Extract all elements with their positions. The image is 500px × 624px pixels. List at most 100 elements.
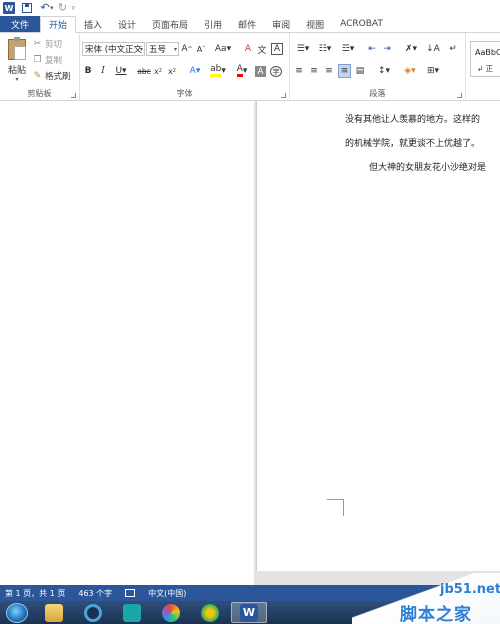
clipboard-group-label: 剪贴板	[27, 89, 52, 98]
numbering-icon[interactable]: ☷▾	[315, 42, 335, 56]
subscript-icon[interactable]: x2	[152, 64, 164, 78]
font-name-dropdown-icon: ▾	[139, 46, 143, 53]
document-line-2: 的机械学院，就更谈不上优越了。	[345, 139, 481, 149]
customize-quick-access-icon[interactable]: ▿	[72, 4, 76, 12]
font-name-box[interactable]: 宋体 (中文正文 ▾	[82, 42, 145, 56]
font-color-icon[interactable]: A ▾	[232, 64, 252, 78]
taskbar-app-5[interactable]	[192, 602, 228, 623]
clear-formatting-icon[interactable]: A	[242, 42, 254, 56]
enclose-characters-icon[interactable]: 字	[270, 66, 282, 77]
tab-page-layout[interactable]: 页面布局	[144, 16, 196, 32]
tab-references[interactable]: 引用	[196, 16, 230, 32]
chinese-layout-icon[interactable]: ✗▾	[401, 42, 421, 56]
taskbar-app-4[interactable]	[153, 602, 189, 623]
document-line-3: 但大神的女朋友花小沙绝对是	[369, 163, 487, 173]
borders-icon[interactable]: ⊞▾	[423, 64, 443, 78]
superscript-icon[interactable]: x2	[166, 64, 178, 78]
start-button[interactable]	[6, 602, 28, 623]
taskbar-app-2[interactable]	[75, 602, 111, 623]
taskbar-explorer[interactable]	[36, 602, 72, 623]
teal-app-icon	[123, 603, 141, 622]
document-area: 没有其他让人羡慕的地方。这样的 的机械学院，就更谈不上优越了。 但大神的女朋友花…	[0, 101, 500, 585]
language-indicator[interactable]: 中文(中国)	[148, 588, 186, 599]
taskbar-word[interactable]: W	[231, 602, 267, 623]
copy-icon: ❐	[33, 54, 42, 65]
tab-file[interactable]: 文件	[0, 16, 40, 32]
tab-home[interactable]: 开始	[40, 16, 77, 33]
paragraph-launcher-icon[interactable]	[457, 93, 462, 98]
align-center-icon[interactable]: ≡	[308, 64, 320, 78]
distributed-icon[interactable]: ▤	[354, 64, 366, 78]
colorwheel-app-icon	[162, 603, 180, 622]
tab-insert[interactable]: 插入	[76, 16, 110, 32]
font-size-value: 五号	[149, 45, 167, 55]
tab-mailings[interactable]: 邮件	[230, 16, 264, 32]
decrease-indent-icon[interactable]: ⇤	[366, 42, 378, 56]
redo-icon[interactable]: ↻	[54, 0, 72, 16]
character-border-icon[interactable]: A	[271, 43, 283, 55]
paragraph-group: ☰▾ ☷▾ ☲▾ ⇤ ⇥ ✗▾ ↓A ↵ ≡ ≡ ≡ ≡ ▤ ↕▾ ◈▾ ⊞▾ …	[290, 33, 466, 101]
align-left-icon[interactable]: ≡	[293, 64, 305, 78]
paste-icon	[8, 37, 26, 60]
paste-dropdown-icon: ▾	[15, 76, 19, 83]
save-icon[interactable]	[18, 0, 36, 16]
cut-label: 剪切	[45, 40, 63, 50]
copy-button[interactable]: ❐ 复制	[33, 53, 62, 67]
line-spacing-icon[interactable]: ↕▾	[374, 64, 394, 78]
strikethrough-icon[interactable]: abc	[136, 64, 152, 78]
font-launcher-icon[interactable]	[281, 93, 286, 98]
underline-icon[interactable]: U▾	[113, 64, 129, 78]
document-line-1: 没有其他让人羡慕的地方。这样的	[345, 115, 481, 125]
tab-design[interactable]: 设计	[110, 16, 144, 32]
word-count[interactable]: 463 个字	[78, 588, 112, 599]
italic-icon[interactable]: I	[98, 64, 108, 78]
clipboard-group: 粘贴 ▾ ✂ 剪切 ❐ 复制 ✎ 格式刷 剪贴板	[0, 33, 80, 101]
font-size-box[interactable]: 五号 ▾	[146, 42, 179, 56]
multilevel-list-icon[interactable]: ☲▾	[338, 42, 358, 56]
format-painter-icon: ✎	[33, 70, 42, 81]
paragraph-group-label: 段落	[369, 89, 386, 98]
watermark-name: 脚本之家	[400, 605, 472, 624]
tab-view[interactable]: 视图	[298, 16, 332, 32]
taskbar-app-3[interactable]	[114, 602, 150, 623]
show-marks-icon[interactable]: ↵	[447, 42, 459, 56]
style-normal[interactable]: AaBbC ↲ 正	[470, 41, 500, 77]
clipboard-launcher-icon[interactable]	[71, 93, 76, 98]
bold-icon[interactable]: B	[83, 64, 93, 78]
font-name-value: 宋体 (中文正文	[85, 45, 143, 55]
format-painter-label: 格式刷	[45, 72, 71, 82]
change-case-icon[interactable]: Aa▾	[213, 42, 233, 56]
shading-icon[interactable]: ◈▾	[400, 64, 420, 78]
proofing-icon[interactable]	[125, 589, 136, 597]
word-taskbar-icon: W	[240, 603, 258, 622]
font-group: 宋体 (中文正文 ▾ 五号 ▾ A ^ Aˇ Aa▾ A 文 A B I U▾ a…	[80, 33, 290, 101]
watermark-url: jb51.net	[440, 582, 500, 597]
ribbon-tabs: 文件 开始 插入 设计 页面布局 引用 邮件 审阅 视图 ACROBAT	[0, 16, 500, 33]
ring-app-icon	[84, 603, 102, 622]
page-count[interactable]: 第 1 页，共 1 页	[5, 588, 65, 599]
shrink-font-icon[interactable]: Aˇ	[195, 42, 207, 56]
format-painter-button[interactable]: ✎ 格式刷	[33, 69, 71, 83]
paste-button[interactable]: 粘贴 ▾	[5, 37, 29, 83]
tab-review[interactable]: 审阅	[264, 16, 298, 32]
style-name-label: ↲ 正	[477, 64, 494, 73]
sort-icon[interactable]: ↓A	[426, 42, 440, 56]
phonetic-guide-icon[interactable]: 文	[256, 42, 268, 56]
tab-acrobat[interactable]: ACROBAT	[332, 16, 391, 32]
highlight-color-icon[interactable]: ab ▾	[208, 64, 228, 78]
grow-font-icon[interactable]: A ^	[181, 42, 193, 56]
bullets-icon[interactable]: ☰▾	[293, 42, 313, 56]
scissors-icon: ✂	[33, 38, 42, 49]
document-page-left[interactable]	[0, 101, 254, 585]
character-shading-icon[interactable]: A	[255, 66, 266, 77]
justify-icon[interactable]: ≡	[338, 64, 351, 78]
cut-button[interactable]: ✂ 剪切	[33, 37, 62, 51]
increase-indent-icon[interactable]: ⇥	[381, 42, 393, 56]
margin-corner-mark	[327, 499, 344, 516]
ribbon: 粘贴 ▾ ✂ 剪切 ❐ 复制 ✎ 格式刷 剪贴板 宋体 (中文正文 ▾ 五号 ▾…	[0, 33, 500, 101]
font-size-dropdown-icon: ▾	[173, 46, 177, 53]
word-app-icon[interactable]: W	[0, 0, 18, 16]
text-effects-icon[interactable]: A▾	[186, 64, 204, 78]
green-app-icon	[201, 603, 219, 622]
align-right-icon[interactable]: ≡	[323, 64, 335, 78]
